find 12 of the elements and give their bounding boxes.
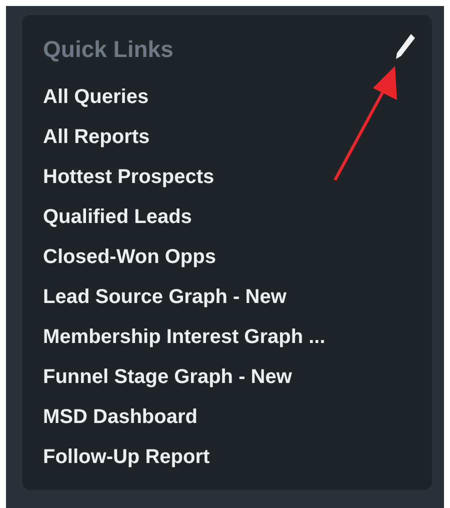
quick-link[interactable]: Lead Source Graph - New	[43, 277, 286, 317]
quick-link[interactable]: MSD Dashboard	[43, 397, 198, 437]
pencil-icon[interactable]	[394, 32, 416, 60]
quick-link[interactable]: All Queries	[43, 77, 149, 117]
quick-link[interactable]: Qualified Leads	[43, 197, 192, 237]
quick-link[interactable]: All Reports	[43, 117, 150, 157]
quick-link[interactable]: Follow-Up Report	[43, 437, 210, 477]
quick-link[interactable]: Hottest Prospects	[43, 157, 214, 197]
quick-link[interactable]: Funnel Stage Graph - New	[43, 357, 292, 397]
quick-link[interactable]: Membership Interest Graph ...	[43, 317, 326, 357]
quick-link[interactable]: Closed-Won Opps	[43, 237, 216, 277]
panel-title: Quick Links	[43, 36, 174, 62]
